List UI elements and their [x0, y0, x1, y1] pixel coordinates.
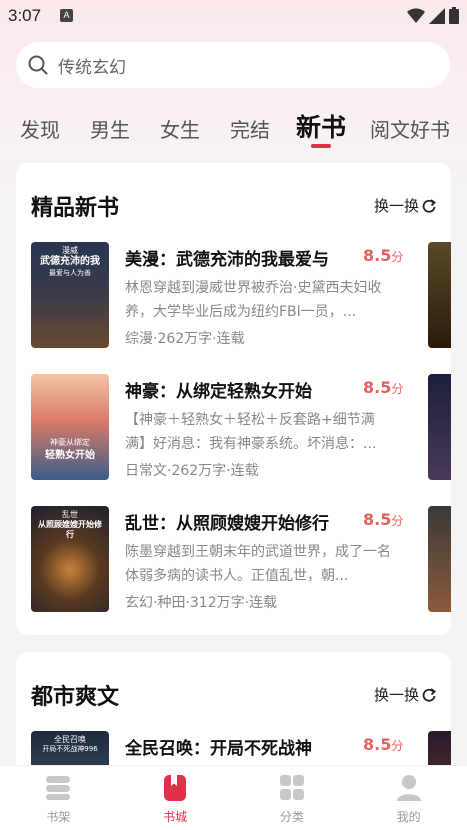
book-item[interactable]: 漫威 武德充沛的我 最爱与人为善 美漫：武德充沛的我最爱与 8.5分 林恩穿越到… [31, 242, 451, 348]
cover-line: 全民召唤 [54, 735, 86, 744]
nav-profile[interactable]: 我的 [350, 766, 467, 830]
cover-line: 乱世 [62, 510, 78, 519]
book-title[interactable]: 乱世：从照顾嫂嫂开始修行 [125, 509, 329, 534]
next-book-cover-peek[interactable] [428, 506, 451, 612]
book-meta: 综漫·262万字·连载 [125, 331, 245, 347]
tab-female[interactable]: 女生 [160, 114, 200, 143]
book-title[interactable]: 美漫：武德充沛的我最爱与 [125, 245, 329, 270]
status-bar: 3:07 A [0, 0, 467, 32]
score-value: 8.5 [363, 735, 392, 754]
book-meta: 日常文·262万字·连载 [125, 463, 259, 479]
book-score: 8.5分 [363, 246, 403, 265]
book-cover[interactable]: 漫威 武德充沛的我 最爱与人为善 [31, 242, 109, 348]
tab-discover[interactable]: 发现 [20, 114, 60, 143]
search-placeholder: 传统玄幻 [58, 57, 126, 78]
section-title: 精品新书 [31, 196, 120, 221]
bottom-nav: 书架 书城 分类 我的 [0, 765, 467, 830]
search-icon [28, 55, 48, 75]
score-unit: 分 [391, 514, 404, 528]
refresh-button[interactable]: 换一换 [374, 195, 436, 216]
system-icons [407, 7, 459, 24]
bookstore-icon [164, 775, 187, 801]
notification-badge-icon: A [60, 9, 73, 22]
nav-label: 书城 [163, 810, 188, 824]
refresh-icon [422, 687, 436, 702]
cover-line: 开局不死战神996 [42, 745, 98, 753]
nav-bookshelf[interactable]: 书架 [0, 766, 117, 830]
book-title[interactable]: 全民召唤：开局不死战神 [125, 734, 312, 759]
cover-line: 最爱与人为善 [49, 269, 91, 277]
profile-icon [396, 775, 421, 801]
score-unit: 分 [391, 382, 404, 396]
book-meta: 玄幻·种田·312万字·连载 [125, 595, 278, 611]
tab-male[interactable]: 男生 [90, 114, 130, 143]
category-tabs: 发现 男生 女生 完结 新书 阅文好书 [0, 104, 467, 154]
bookshelf-icon [46, 776, 71, 800]
cover-line: 漫威 [62, 246, 78, 255]
cover-line: 从照顾嫂嫂开始修行 [38, 520, 102, 539]
refresh-label: 换一换 [373, 197, 419, 215]
nav-label: 分类 [279, 810, 304, 824]
book-score: 8.5分 [363, 510, 403, 529]
book-item[interactable]: 乱世 从照顾嫂嫂开始修行 乱世：从照顾嫂嫂开始修行 8.5分 陈墨穿越到王朝末年… [31, 506, 451, 612]
next-book-cover-peek[interactable] [428, 242, 451, 348]
cover-line: 神豪从绑定 [50, 438, 90, 447]
book-title[interactable]: 神豪：从绑定轻熟女开始 [125, 377, 312, 402]
signal-icon [429, 7, 445, 24]
score-value: 8.5 [363, 378, 392, 397]
nav-bookstore[interactable]: 书城 [117, 766, 234, 830]
wifi-icon [407, 7, 425, 23]
book-score: 8.5分 [363, 735, 403, 754]
cover-line: 武德充沛的我 [40, 256, 100, 267]
nav-label: 我的 [396, 810, 421, 824]
refresh-button[interactable]: 换一换 [374, 684, 436, 705]
refresh-label: 换一换 [373, 686, 419, 704]
status-time: 3:07 [8, 6, 42, 25]
category-icon [279, 775, 304, 800]
book-description: 陈墨穿越到王朝末年的武道世界，成了一名体弱多病的读书人。正值乱世，朝... [125, 544, 391, 584]
score-value: 8.5 [363, 246, 392, 265]
section-card-premium-new: 精品新书 换一换 漫威 武德充沛的我 最爱与人为善 美漫：武德充沛的我最爱与 8… [16, 163, 451, 635]
search-input[interactable]: 传统玄幻 [16, 42, 450, 88]
score-unit: 分 [391, 250, 404, 264]
score-unit: 分 [391, 739, 404, 753]
next-book-cover-peek[interactable] [428, 374, 451, 480]
cover-line: 轻熟女开始 [45, 450, 95, 461]
score-value: 8.5 [363, 510, 392, 529]
book-item[interactable]: 神豪从绑定 轻熟女开始 神豪：从绑定轻熟女开始 8.5分 【神豪＋轻熟女＋轻松＋… [31, 374, 451, 480]
book-description: 【神豪＋轻熟女＋轻松＋反套路+细节满满】好消息：我有神豪系统。坏消息：... [125, 412, 377, 452]
tab-indicator [311, 144, 331, 148]
tab-yuewen-picks[interactable]: 阅文好书 [370, 114, 450, 143]
tab-new-books[interactable]: 新书 [296, 108, 346, 144]
book-cover[interactable]: 神豪从绑定 轻熟女开始 [31, 374, 109, 480]
book-description: 林恩穿越到漫威世界被乔治·史黛西夫妇收养，大学毕业后成为纽约FBI一员，... [125, 280, 382, 320]
book-score: 8.5分 [363, 378, 403, 397]
section-title: 都市爽文 [31, 685, 120, 710]
tab-completed[interactable]: 完结 [230, 114, 270, 143]
refresh-icon [422, 198, 436, 213]
nav-category[interactable]: 分类 [234, 766, 351, 830]
battery-icon [449, 7, 459, 24]
nav-label: 书架 [46, 810, 71, 824]
book-cover[interactable]: 乱世 从照顾嫂嫂开始修行 [31, 506, 109, 612]
